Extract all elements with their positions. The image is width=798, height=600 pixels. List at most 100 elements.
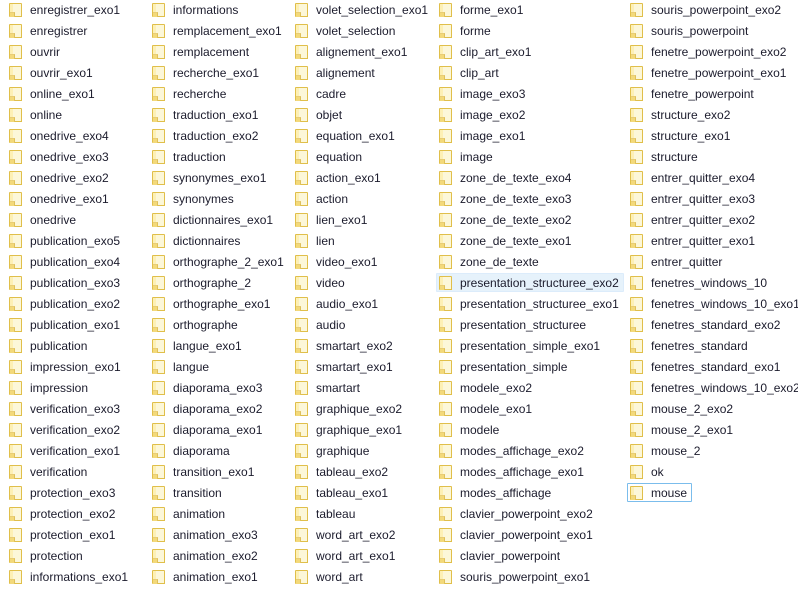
- folder-item[interactable]: entrer_quitter: [627, 252, 727, 271]
- folder-item[interactable]: volet_selection: [292, 21, 400, 40]
- folder-item[interactable]: informations: [149, 0, 243, 19]
- file-list-view[interactable]: enregistrer_exo1 enregistrer ouvrir ouvrir_…: [0, 0, 798, 600]
- folder-item[interactable]: animation: [149, 504, 230, 523]
- folder-item[interactable]: equation_exo1: [292, 126, 400, 145]
- folder-item[interactable]: verification_exo2: [6, 420, 125, 439]
- folder-item[interactable]: fenetres_windows_10_exo2: [627, 378, 798, 397]
- folder-item[interactable]: protection_exo2: [6, 504, 120, 523]
- folder-item[interactable]: ok: [627, 462, 669, 481]
- folder-item[interactable]: entrer_quitter_exo4: [627, 168, 760, 187]
- folder-item[interactable]: forme_exo1: [436, 0, 528, 19]
- folder-item[interactable]: impression: [6, 378, 93, 397]
- folder-item[interactable]: online_exo1: [6, 84, 100, 103]
- folder-item[interactable]: langue_exo1: [149, 336, 247, 355]
- folder-item[interactable]: lien: [292, 231, 340, 250]
- folder-item[interactable]: remplacement_exo1: [149, 21, 287, 40]
- folder-item[interactable]: traduction_exo2: [149, 126, 263, 145]
- folder-item[interactable]: onedrive_exo4: [6, 126, 114, 145]
- folder-item[interactable]: zone_de_texte_exo3: [436, 189, 576, 208]
- folder-item[interactable]: protection: [6, 546, 88, 565]
- folder-item[interactable]: smartart_exo2: [292, 336, 398, 355]
- folder-item[interactable]: graphique_exo2: [292, 399, 407, 418]
- folder-item[interactable]: tableau_exo2: [292, 462, 393, 481]
- folder-item[interactable]: audio_exo1: [292, 294, 383, 313]
- folder-item[interactable]: word_art: [292, 567, 368, 586]
- folder-item[interactable]: synonymes_exo1: [149, 168, 271, 187]
- folder-item[interactable]: modes_affichage: [436, 483, 556, 502]
- folder-item[interactable]: traduction_exo1: [149, 105, 263, 124]
- folder-item[interactable]: clavier_powerpoint_exo2: [436, 504, 598, 523]
- folder-item[interactable]: fenetres_windows_10: [627, 273, 772, 292]
- folder-item[interactable]: tableau_exo1: [292, 483, 393, 502]
- folder-item[interactable]: verification_exo1: [6, 441, 125, 460]
- folder-item[interactable]: publication_exo2: [6, 294, 125, 313]
- folder-item[interactable]: clavier_powerpoint_exo1: [436, 525, 598, 544]
- folder-item[interactable]: mouse_2: [627, 441, 705, 460]
- folder-item[interactable]: online: [6, 105, 67, 124]
- folder-item[interactable]: presentation_structuree: [436, 315, 591, 334]
- folder-item[interactable]: diaporama_exo1: [149, 420, 267, 439]
- folder-item[interactable]: presentation_simple: [436, 357, 572, 376]
- folder-item[interactable]: structure: [627, 147, 703, 166]
- folder-item[interactable]: equation: [292, 147, 367, 166]
- folder-item[interactable]: modele: [436, 420, 504, 439]
- folder-item[interactable]: souris_powerpoint_exo1: [436, 567, 595, 586]
- folder-item[interactable]: image: [436, 147, 498, 166]
- folder-item[interactable]: diaporama_exo2: [149, 399, 267, 418]
- folder-item[interactable]: word_art_exo1: [292, 546, 400, 565]
- folder-item[interactable]: structure_exo1: [627, 126, 735, 145]
- folder-item[interactable]: traduction: [149, 147, 231, 166]
- folder-item[interactable]: smartart_exo1: [292, 357, 398, 376]
- folder-item[interactable]: fenetres_standard_exo1: [627, 357, 785, 376]
- folder-item[interactable]: transition_exo1: [149, 462, 259, 481]
- folder-item[interactable]: fenetre_powerpoint_exo2: [627, 42, 791, 61]
- folder-item[interactable]: smartart: [292, 378, 365, 397]
- folder-item[interactable]: publication_exo1: [6, 315, 125, 334]
- folder-item[interactable]: word_art_exo2: [292, 525, 400, 544]
- folder-item[interactable]: dictionnaires: [149, 231, 245, 250]
- folder-item[interactable]: transition: [149, 483, 227, 502]
- folder-item[interactable]: entrer_quitter_exo3: [627, 189, 760, 208]
- folder-item[interactable]: protection_exo3: [6, 483, 120, 502]
- folder-item[interactable]: tableau: [292, 504, 360, 523]
- folder-item[interactable]: modes_affichage_exo1: [436, 462, 589, 481]
- folder-item[interactable]: image_exo1: [436, 126, 530, 145]
- folder-item[interactable]: recherche_exo1: [149, 63, 264, 82]
- folder-item[interactable]: presentation_simple_exo1: [436, 336, 605, 355]
- folder-item[interactable]: volet_selection_exo1: [292, 0, 433, 19]
- folder-item[interactable]: langue: [149, 357, 214, 376]
- folder-item[interactable]: image_exo2: [436, 105, 530, 124]
- folder-item[interactable]: impression_exo1: [6, 357, 126, 376]
- folder-item[interactable]: alignement: [292, 63, 380, 82]
- folder-item[interactable]: enregistrer_exo1: [6, 0, 125, 19]
- folder-item[interactable]: souris_powerpoint: [627, 21, 753, 40]
- folder-item[interactable]: video: [292, 273, 350, 292]
- folder-item[interactable]: animation_exo3: [149, 525, 263, 544]
- folder-item[interactable]: image_exo3: [436, 84, 530, 103]
- folder-item[interactable]: onedrive_exo3: [6, 147, 114, 166]
- folder-item[interactable]: zone_de_texte_exo4: [436, 168, 576, 187]
- folder-item[interactable]: orthographe_2_exo1: [149, 252, 289, 271]
- folder-item[interactable]: souris_powerpoint_exo2: [627, 0, 786, 19]
- folder-item[interactable]: video_exo1: [292, 252, 382, 271]
- folder-item[interactable]: alignement_exo1: [292, 42, 412, 61]
- folder-item[interactable]: zone_de_texte_exo1: [436, 231, 576, 250]
- folder-item[interactable]: action: [292, 189, 353, 208]
- folder-item[interactable]: presentation_structuree_exo1: [436, 294, 624, 313]
- folder-item[interactable]: audio: [292, 315, 350, 334]
- folder-item[interactable]: lien_exo1: [292, 210, 372, 229]
- folder-item[interactable]: fenetre_powerpoint_exo1: [627, 63, 791, 82]
- folder-item[interactable]: mouse_2_exo2: [627, 399, 738, 418]
- folder-item[interactable]: animation_exo1: [149, 567, 263, 586]
- folder-item[interactable]: diaporama_exo3: [149, 378, 267, 397]
- folder-item[interactable]: protection_exo1: [6, 525, 120, 544]
- folder-item[interactable]: onedrive: [6, 210, 81, 229]
- folder-item[interactable]: fenetre_powerpoint: [627, 84, 759, 103]
- folder-item[interactable]: publication: [6, 336, 92, 355]
- folder-item[interactable]: recherche: [149, 84, 231, 103]
- folder-item[interactable]: zone_de_texte: [436, 252, 544, 271]
- folder-item[interactable]: graphique: [292, 441, 374, 460]
- folder-item[interactable]: modes_affichage_exo2: [436, 441, 589, 460]
- folder-item[interactable]: action_exo1: [292, 168, 386, 187]
- folder-item[interactable]: forme: [436, 21, 496, 40]
